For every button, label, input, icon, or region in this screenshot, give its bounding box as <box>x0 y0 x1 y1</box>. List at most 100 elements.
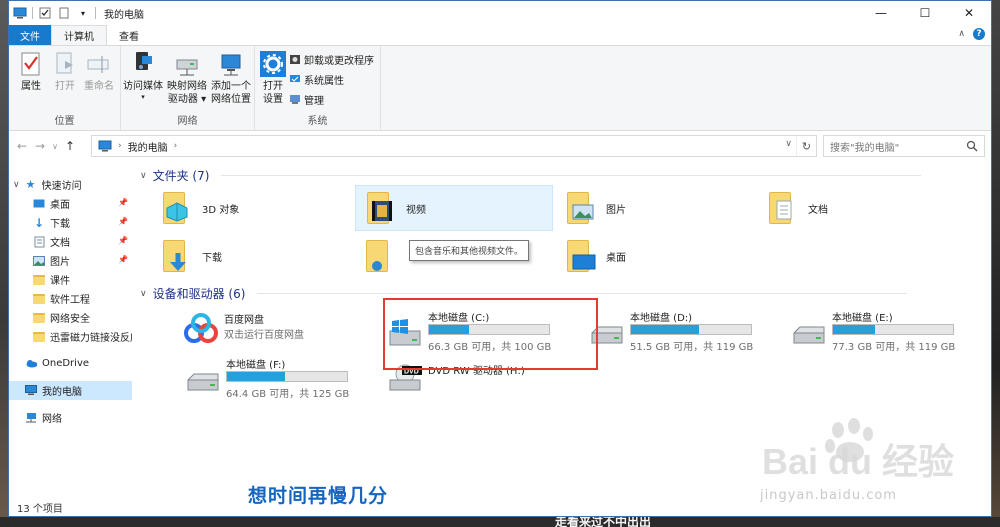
system-properties-button[interactable]: 系统属性 <box>289 70 374 88</box>
computer-icon[interactable] <box>13 7 27 19</box>
dropdown-arrow-icon: ▾ <box>141 93 145 101</box>
folder-downloads[interactable]: 下载 <box>152 233 350 279</box>
map-drive-label-2-text: 驱动器 <box>167 94 198 105</box>
breadcrumb[interactable]: 我的电脑 <box>128 139 168 154</box>
tab-file[interactable]: 文件 <box>9 25 51 45</box>
open-icon <box>51 50 79 78</box>
system-actions: 卸载或更改程序 系统属性 管理 <box>289 50 374 108</box>
new-folder-icon[interactable] <box>57 7 71 19</box>
breadcrumb-separator-icon: › <box>173 141 178 151</box>
window-controls: — ☐ ✕ <box>859 1 991 25</box>
pin-icon[interactable]: 📌 <box>118 198 128 207</box>
refresh-icon[interactable]: ↻ <box>796 136 816 156</box>
desktop-left-edge <box>0 0 8 527</box>
chevron-down-icon: ∨ <box>13 179 20 190</box>
item-count: 13 个项目 <box>17 503 63 515</box>
address-dropdown-icon[interactable]: ∨ <box>785 139 792 149</box>
sidebar-item-label: 下载 <box>50 219 70 230</box>
drive-info: 51.5 GB 可用，共 119 GB <box>630 342 754 353</box>
rename-button[interactable]: 重命名 <box>77 50 121 93</box>
drive-f[interactable]: 本地磁盘 (F:) 64.4 GB 可用，共 125 GB <box>182 354 382 404</box>
sidebar-item-label: 迅雷磁力链接没反应 <box>50 333 132 344</box>
devices-header-label: 设备和驱动器 (6) <box>152 287 246 301</box>
sidebar-item-network[interactable]: 网络 <box>9 408 132 427</box>
sidebar-item-pictures[interactable]: 图片 📌 <box>9 251 132 270</box>
sidebar-item-courseware[interactable]: 课件 <box>9 270 132 289</box>
tab-computer[interactable]: 计算机 <box>51 25 107 45</box>
manage-label: 管理 <box>304 95 324 107</box>
drive-name: 百度网盘 <box>224 315 264 326</box>
sidebar-item-label: OneDrive <box>42 358 90 369</box>
system-properties-icon <box>290 75 300 82</box>
close-button[interactable]: ✕ <box>947 1 991 25</box>
folder-label: 3D 对象 <box>202 204 240 216</box>
folder-videos[interactable]: 视频 <box>355 185 553 231</box>
ribbon-group-network: 访问媒体 ▾ 映射网络 驱动器 ▾ 添加一个 网络位置 网络 <box>121 46 255 130</box>
sidebar-item-label: 文档 <box>50 238 70 249</box>
manage-button[interactable]: 管理 <box>289 90 374 108</box>
up-button[interactable]: ↑ <box>61 139 79 153</box>
folder-desktop[interactable]: 桌面 <box>556 233 754 279</box>
forward-button[interactable]: → <box>31 139 49 153</box>
folder-label: 文档 <box>808 204 828 216</box>
pictures-icon <box>33 255 45 266</box>
folders-section-header[interactable]: ∨ 文件夹 (7) <box>140 167 922 184</box>
tooltip: 包含音乐和其他视频文件。 <box>409 240 530 261</box>
access-media-button[interactable]: 访问媒体 ▾ <box>121 50 165 101</box>
help-icon[interactable]: ? <box>973 28 985 40</box>
map-network-drive-button[interactable]: 映射网络 驱动器 ▾ <box>165 50 209 106</box>
computer-icon <box>25 385 37 396</box>
properties-icon <box>17 50 45 78</box>
uninstall-program-button[interactable]: 卸载或更改程序 <box>289 50 374 68</box>
sidebar-item-this-pc[interactable]: 我的电脑 <box>9 381 132 400</box>
drive-name: 本地磁盘 (E:) <box>832 313 893 324</box>
sidebar-item-label: 桌面 <box>50 200 70 211</box>
sidebar-item-quick-access[interactable]: ∨ ★ 快速访问 <box>9 175 132 194</box>
ribbon-group-label-system: 系统 <box>307 116 328 127</box>
sidebar-item-onedrive[interactable]: OneDrive <box>9 354 132 373</box>
watermark-url: jingyan.baidu.com <box>760 488 897 503</box>
section-divider <box>221 175 922 176</box>
drive-name: 本地磁盘 (D:) <box>630 313 693 324</box>
ribbon-group-system: 打开 设置 卸载或更改程序 系统属性 管理 系统 <box>255 46 381 130</box>
open-label: 打开 <box>55 81 75 92</box>
sidebar-item-downloads[interactable]: ↓ 下载 📌 <box>9 213 132 232</box>
folder-pictures[interactable]: 图片 <box>556 185 754 231</box>
watermark-logo-text: Bai du 经验 <box>762 441 954 482</box>
open-settings-button[interactable]: 打开 设置 <box>255 50 291 106</box>
add-network-location-button[interactable]: 添加一个 网络位置 <box>209 50 253 106</box>
search-input[interactable]: 搜索"我的电脑" <box>823 135 985 157</box>
ribbon-group-label-network: 网络 <box>177 116 198 127</box>
drive-usage-bar <box>832 324 954 335</box>
drive-usage-bar <box>226 371 348 382</box>
customize-dropdown-icon[interactable]: ▾ <box>76 7 90 19</box>
pin-icon[interactable]: 📌 <box>118 236 128 245</box>
properties-check-icon[interactable] <box>38 7 52 19</box>
sidebar-item-documents[interactable]: 文档 📌 <box>9 232 132 251</box>
quick-access-toolbar: ▾ <box>9 7 96 19</box>
minimize-button[interactable]: — <box>859 1 903 25</box>
sidebar-item-desktop[interactable]: 桌面 📌 <box>9 194 132 213</box>
sidebar-item-software-engineering[interactable]: 软件工程 <box>9 289 132 308</box>
pin-icon[interactable]: 📌 <box>118 217 128 226</box>
maximize-button[interactable]: ☐ <box>903 1 947 25</box>
network-drive-icon <box>173 50 201 78</box>
baidu-netdisk-icon <box>184 313 218 343</box>
recent-locations-icon[interactable]: ∨ <box>49 142 61 151</box>
address-bar[interactable]: › 我的电脑 › ∨ ↻ <box>91 135 817 157</box>
drive-e[interactable]: 本地磁盘 (E:) 77.3 GB 可用，共 119 GB <box>788 307 988 357</box>
folder-documents[interactable]: 文档 <box>758 185 956 231</box>
pin-icon[interactable]: 📌 <box>118 255 128 264</box>
address-bar-row: ← → ∨ ↑ › 我的电脑 › ∨ ↻ 搜索"我的电脑" <box>9 131 991 161</box>
sidebar-item-thunder[interactable]: 迅雷磁力链接没反应 <box>9 327 132 346</box>
collapse-ribbon-icon[interactable]: ∧ <box>958 29 965 39</box>
folder-3d-objects[interactable]: 3D 对象 <box>152 185 350 231</box>
drive-d[interactable]: 本地磁盘 (D:) 51.5 GB 可用，共 119 GB <box>586 307 786 357</box>
video-caption: 想时间再慢几分 <box>248 485 389 507</box>
sidebar-item-network-security[interactable]: 网络安全 <box>9 308 132 327</box>
back-button[interactable]: ← <box>13 139 31 153</box>
drive-usage-bar <box>630 324 752 335</box>
tab-view[interactable]: 查看 <box>107 25 151 45</box>
